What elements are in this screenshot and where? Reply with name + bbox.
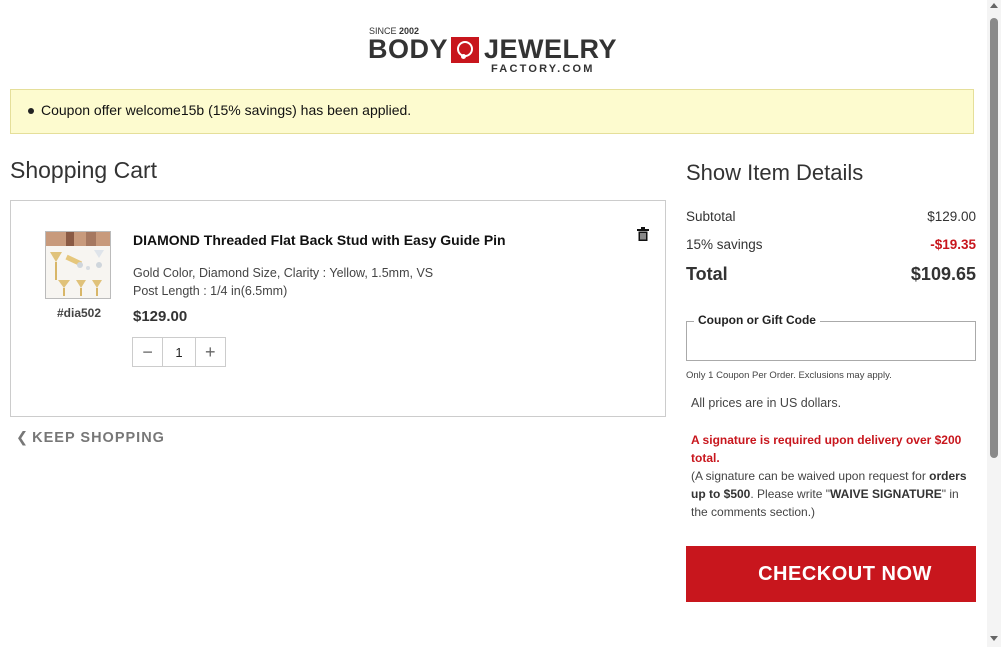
quantity-increase-button[interactable]: + xyxy=(196,338,225,366)
product-thumbnail[interactable] xyxy=(45,231,111,299)
product-name[interactable]: DIAMOND Threaded Flat Back Stud with Eas… xyxy=(133,232,506,248)
scroll-down-icon[interactable] xyxy=(990,636,998,641)
total-row: Total $109.65 xyxy=(686,264,976,285)
signature-waiver-text: (A signature can be waived upon request … xyxy=(691,469,967,519)
quantity-value[interactable]: 1 xyxy=(162,338,196,366)
trash-icon[interactable] xyxy=(637,227,649,241)
savings-row: 15% savings -$19.35 xyxy=(686,237,976,252)
cart-item: #dia502 DIAMOND Threaded Flat Back Stud … xyxy=(10,200,666,417)
coupon-field: Coupon or Gift Code xyxy=(686,313,976,361)
item-details-toggle[interactable]: Show Item Details xyxy=(686,160,863,186)
signature-notice: A signature is required upon delivery ov… xyxy=(691,431,976,521)
product-price: $129.00 xyxy=(133,308,188,325)
signature-warning: A signature is required upon delivery ov… xyxy=(691,433,962,465)
coupon-label: Coupon or Gift Code xyxy=(694,313,820,327)
cart-title: Shopping Cart xyxy=(10,157,158,183)
coupon-input[interactable] xyxy=(693,332,967,354)
site-logo[interactable]: SINCE 2002 BODY JEWELRY FACTORY.COM xyxy=(368,26,618,76)
savings-label: 15% savings xyxy=(686,237,763,252)
coupon-applied-notice: Coupon offer welcome15b (15% savings) ha… xyxy=(10,89,974,134)
scrollbar[interactable] xyxy=(987,0,1001,647)
bullet-icon xyxy=(28,108,34,114)
logo-brand-sub: FACTORY.COM xyxy=(491,63,595,75)
product-option-line: Gold Color, Diamond Size, Clarity : Yell… xyxy=(133,266,434,280)
total-label: Total xyxy=(686,264,728,284)
logo-brand-left: BODY xyxy=(368,34,449,64)
subtotal-label: Subtotal xyxy=(686,209,736,224)
product-options: Gold Color, Diamond Size, Clarity : Yell… xyxy=(133,264,433,300)
logo-brand-right: JEWELRY xyxy=(484,34,618,64)
scrollbar-thumb[interactable] xyxy=(990,18,998,458)
checkout-button[interactable]: CHECKOUT NOW xyxy=(686,546,976,602)
product-sku: #dia502 xyxy=(57,306,102,320)
quantity-stepper: − 1 + xyxy=(132,337,226,367)
logo-ring-icon xyxy=(451,37,479,63)
keep-shopping-link[interactable]: ❮ KEEP SHOPPING xyxy=(16,430,165,446)
subtotal-value: $129.00 xyxy=(927,209,976,224)
total-value: $109.65 xyxy=(910,264,976,284)
currency-note: All prices are in US dollars. xyxy=(691,396,842,410)
subtotal-row: Subtotal $129.00 xyxy=(686,209,976,224)
chevron-left-icon: ❮ xyxy=(16,430,30,446)
scroll-up-icon[interactable] xyxy=(990,3,998,8)
quantity-decrease-button[interactable]: − xyxy=(133,338,162,366)
savings-value: -$19.35 xyxy=(930,237,976,252)
product-post-length: Post Length : 1/4 in(6.5mm) xyxy=(133,284,288,298)
coupon-note: Only 1 Coupon Per Order. Exclusions may … xyxy=(686,370,892,381)
notice-message: Coupon offer welcome15b (15% savings) ha… xyxy=(41,102,412,118)
